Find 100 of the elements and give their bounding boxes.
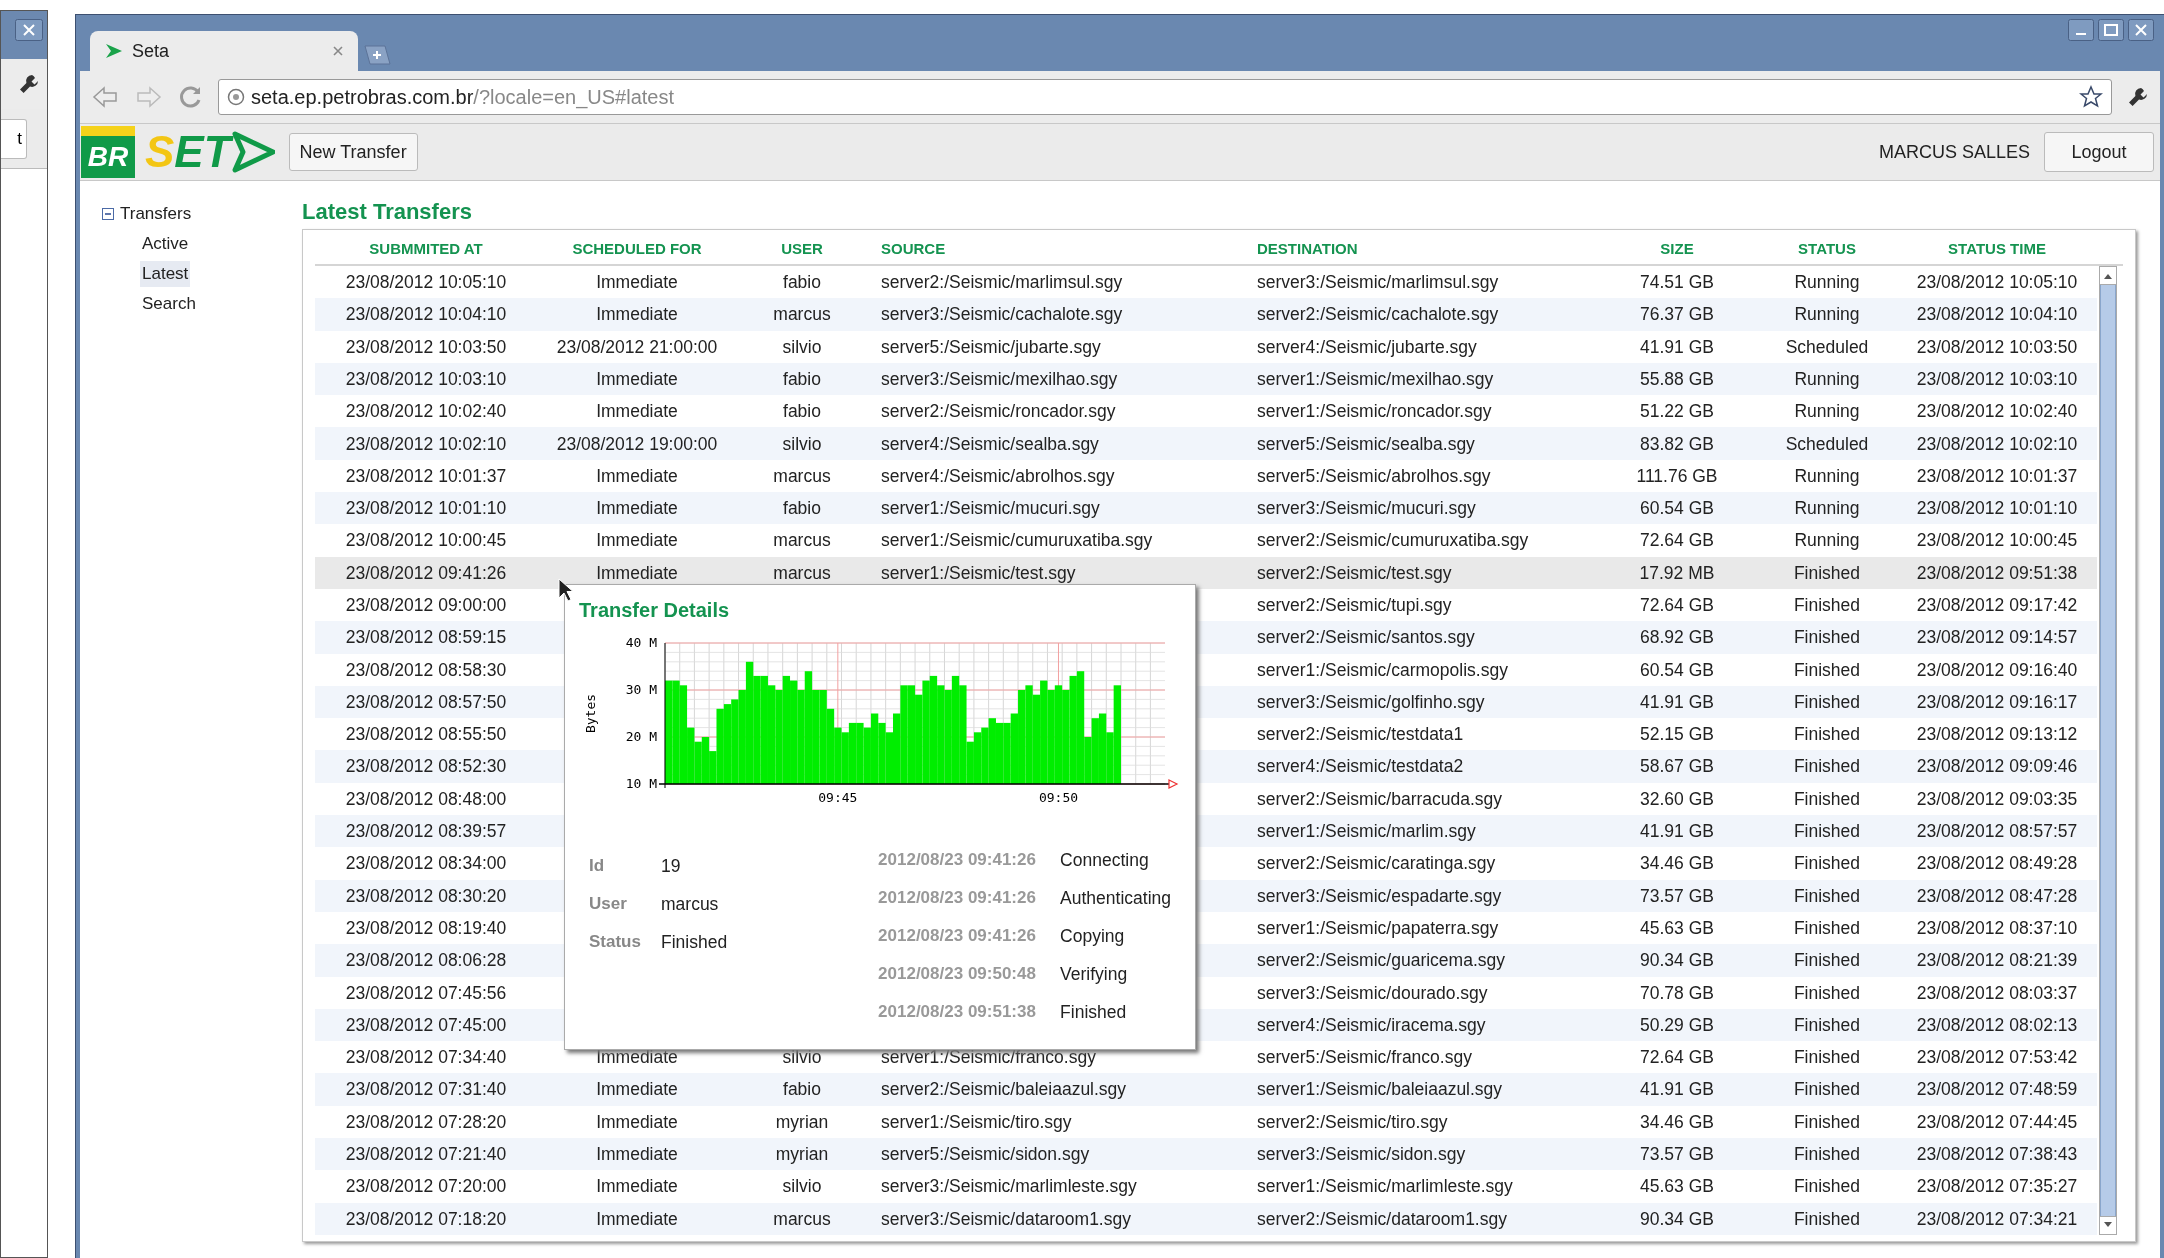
- table-cell-text: server2:/Seismic/cumuruxatiba.sgy: [1257, 529, 1529, 553]
- table-cell-text: server1:/Seismic/roncador.sgy: [1257, 400, 1492, 424]
- table-cell-text: server1:/Seismic/marlimleste.sgy: [1257, 1175, 1513, 1199]
- user-name: MARCUS SALLES: [1878, 140, 2030, 164]
- close-icon[interactable]: [2128, 19, 2154, 41]
- table-cell-text: Immediate: [596, 1078, 678, 1102]
- table-cell-text: Finished: [1793, 981, 1861, 1005]
- table-cell-text: server3:/Seismic/dourado.sgy: [1257, 981, 1488, 1005]
- table-cell-text: Scheduled: [1785, 335, 1869, 359]
- column-header[interactable]: SUBMMITED AT: [369, 237, 483, 261]
- table-cell-text: 73.57 GB: [1640, 884, 1714, 908]
- minimize-icon[interactable]: [2068, 19, 2094, 41]
- table-cell-text: 73.57 GB: [1640, 1143, 1714, 1167]
- column-header[interactable]: USER: [781, 237, 823, 261]
- table-cell-text: server5:/Seismic/sealba.sgy: [1257, 432, 1475, 456]
- chart-bar: [1010, 713, 1019, 784]
- table-cell-text: 41.91 GB: [1640, 335, 1714, 359]
- table-cell-text: 23/08/2012 09:00:00: [345, 594, 507, 617]
- table-cell-text: server5:/Seismic/sidon.sgy: [881, 1143, 1090, 1167]
- table-cell-text: 23/08/2012 08:03:37: [1916, 981, 2078, 1005]
- table-cell-text: 23/08/2012 08:52:30: [345, 755, 507, 779]
- wrench-icon[interactable]: [17, 72, 41, 96]
- close-icon[interactable]: [332, 45, 344, 57]
- tree-item[interactable]: Latest: [140, 261, 191, 287]
- table-cell-text: Finished: [1793, 1143, 1861, 1167]
- collapse-icon[interactable]: [102, 208, 114, 220]
- tick-label: 20 M: [625, 729, 657, 744]
- table-cell-text: 34.46 GB: [1640, 1110, 1714, 1134]
- browser-tab[interactable]: Seta: [90, 31, 358, 71]
- table-cell-text: server1:/Seismic/carmopolis.sgy: [1257, 658, 1508, 682]
- column-header[interactable]: SCHEDULED FOR: [572, 237, 702, 261]
- column-header[interactable]: SIZE: [1660, 237, 1694, 261]
- column-header[interactable]: DESTINATION: [1257, 237, 1358, 261]
- new-tab-icon[interactable]: [362, 45, 392, 65]
- table-cell-text: 23/08/2012 07:44:45: [1916, 1110, 2078, 1134]
- toolbar-button[interactable]: t: [1, 118, 27, 159]
- table-row[interactable]: 23/08/2012 10:01:10 Immediate fabio server1:/Seismic/mucuri.sgy server3:/Seismic/mucuri.sgy 60.54 GB Running 23/08/2012 10:01:10: [315, 492, 2097, 525]
- tree-item[interactable]: Active: [140, 231, 191, 257]
- table-cell-text: Immediate: [596, 1046, 678, 1070]
- table-row[interactable]: 23/08/2012 07:18:20 Immediate marcus server3:/Seismic/dataroom1.sgy server2:/Seismic/dataroom1.sgy 90.34 GB Finished 23/08/2012 07:34:21: [315, 1202, 2097, 1235]
- table-cell-text: Running: [1794, 497, 1860, 521]
- scrollbar[interactable]: [2099, 266, 2117, 1235]
- table-cell-text: Finished: [1793, 723, 1861, 747]
- table-row[interactable]: 23/08/2012 10:03:10 Immediate fabio server3:/Seismic/mexilhao.sgy server1:/Seismic/mexilhao.sgy 55.88 GB Running 23/08/2012 10:03:10: [315, 362, 2097, 396]
- table-cell-text: server4:/Seismic/jubarte.sgy: [1257, 335, 1477, 359]
- table-cell-text: 23/08/2012 08:47:28: [1916, 884, 2078, 908]
- table-row[interactable]: 23/08/2012 07:21:40 Immediate myrian server5:/Seismic/sidon.sgy server3:/Seismic/sidon.sgy 73.57 GB Finished 23/08/2012 07:38:43: [315, 1138, 2097, 1171]
- table-cell-text: server3:/Seismic/marlimsul.sgy: [1257, 271, 1499, 294]
- tree-item[interactable]: Search: [140, 291, 198, 317]
- table-cell-text: 23/08/2012 07:20:00: [345, 1175, 507, 1199]
- table-cell-text: marcus: [773, 303, 831, 327]
- address-bar[interactable]: seta.ep.petrobras.com.br/?locale=en_US#latest: [218, 79, 2112, 115]
- table-cell-text: 23/08/2012 08:39:57: [345, 820, 507, 844]
- table-row[interactable]: 23/08/2012 10:04:10 Immediate marcus server3:/Seismic/cachalote.sgy server2:/Seismic/cachalote.sgy 76.37 GB Running 23/08/2012 10:04:10: [315, 298, 2097, 331]
- close-icon[interactable]: [15, 19, 43, 41]
- table-cell-text: 32.60 GB: [1640, 787, 1714, 811]
- table-cell-text: 23/08/2012 07:45:00: [345, 1013, 507, 1037]
- table-row[interactable]: 23/08/2012 07:31:40 Immediate fabio server2:/Seismic/baleiaazul.sgy server1:/Seismic/baleiaazul.sgy 41.91 GB Finished 23/08/2012 07:48:59: [315, 1073, 2097, 1106]
- table-cell-text: 23/08/2012 10:04:10: [1916, 303, 2078, 327]
- table-cell-text: 23/08/2012 07:38:43: [1916, 1143, 2078, 1167]
- table-cell-text: 41.91 GB: [1640, 820, 1714, 844]
- table-cell-text: Immediate: [596, 367, 678, 391]
- logout-button[interactable]: Logout: [2044, 132, 2154, 172]
- column-header[interactable]: STATUS TIME: [1948, 237, 2046, 261]
- table-cell-text: 34.46 GB: [1640, 852, 1714, 876]
- star-icon[interactable]: [2079, 85, 2103, 109]
- table-cell-text: server2:/Seismic/tiro.sgy: [1257, 1110, 1448, 1134]
- table-cell-text: 23/08/2012 10:02:10: [345, 432, 507, 456]
- table-cell-text: Immediate: [596, 1207, 678, 1231]
- column-header[interactable]: SOURCE: [881, 237, 946, 261]
- table-cell-text: 23/08/2012 10:05:10: [345, 271, 507, 294]
- wrench-icon[interactable]: [2126, 85, 2150, 109]
- table-cell-text: 23/08/2012 08:55:50: [345, 723, 507, 747]
- tree-item[interactable]: Transfers: [120, 201, 192, 227]
- table-cell-text: server2:/Seismic/dataroom1.sgy: [1257, 1207, 1507, 1231]
- table-cell-text: 23/08/2012 07:34:40: [345, 1046, 507, 1070]
- table-cell-text: 23/08/2012 08:21:39: [1916, 949, 2078, 973]
- tick-label: 09:50: [1038, 790, 1079, 805]
- table-cell-text: Immediate: [596, 1175, 678, 1199]
- table-cell-text: 23/08/2012 07:28:20: [345, 1110, 507, 1134]
- log-event: Connecting: [1060, 848, 1149, 872]
- table-cell-text: silvio: [782, 1175, 822, 1199]
- new-transfer-button[interactable]: New Transfer: [288, 133, 418, 171]
- table-cell-text: 68.92 GB: [1640, 626, 1714, 650]
- table-cell-text: 23/08/2012 08:19:40: [345, 916, 507, 940]
- column-header[interactable]: STATUS: [1798, 237, 1856, 261]
- field-label: Id: [589, 855, 606, 878]
- table-cell-text: 60.54 GB: [1640, 497, 1714, 521]
- table-cell-text: Running: [1794, 303, 1860, 327]
- table-cell-text: Immediate: [596, 1143, 678, 1167]
- table-cell-text: 83.82 GB: [1640, 432, 1714, 456]
- table-cell-text: fabio: [783, 271, 821, 294]
- table-cell-text: 23/08/2012 19:00:00: [556, 432, 718, 456]
- maximize-icon[interactable]: [2098, 19, 2124, 41]
- table-cell-text: 23/08/2012 07:21:40: [345, 1143, 507, 1167]
- table-cell-text: Scheduled: [1785, 432, 1869, 456]
- table-row[interactable]: 23/08/2012 10:02:10 23/08/2012 19:00:00 silvio server4:/Seismic/sealba.sgy server5:/Seismic/sealba.sgy 83.82 GB Scheduled 23/08/2012 10:02:10: [315, 427, 2097, 460]
- table-cell-text: Finished: [1793, 1013, 1861, 1037]
- table-cell-text: Immediate: [596, 497, 678, 521]
- table-cell-text: 17.92 MB: [1639, 561, 1715, 585]
